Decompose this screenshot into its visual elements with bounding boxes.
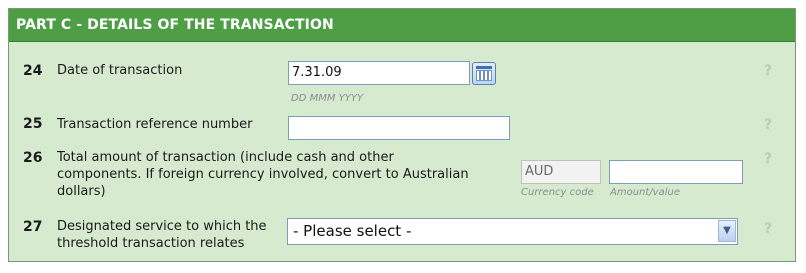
- total-amount-label-line-2: components. If foreign currency involved…: [57, 167, 469, 182]
- amount-value-input[interactable]: [609, 160, 743, 184]
- chevron-down-icon[interactable]: ▼: [718, 220, 736, 242]
- total-amount-label-line-3: dollars): [57, 184, 106, 199]
- designated-service-label-line-1: Designated service to which the: [57, 219, 267, 234]
- designated-service-selected-value: - Please select -: [293, 222, 412, 240]
- date-format-hint: DD MMM YYYY: [291, 93, 364, 104]
- transaction-reference-label: Transaction reference number: [57, 117, 253, 132]
- currency-code-field: AUD: [521, 160, 601, 184]
- designated-service-label-line-2: threshold transaction relates: [57, 236, 245, 251]
- currency-code-hint: Currency code: [521, 187, 594, 198]
- designated-service-select[interactable]: - Please select - ▼: [287, 218, 738, 245]
- row-number-25: 25: [23, 116, 43, 132]
- row-number-24: 24: [23, 63, 43, 79]
- row-number-26: 26: [23, 150, 43, 166]
- help-icon[interactable]: ?: [764, 221, 772, 237]
- total-amount-label-line-1: Total amount of transaction (include cas…: [57, 150, 394, 165]
- amount-value-hint: Amount/value: [610, 187, 680, 198]
- help-icon[interactable]: ?: [764, 151, 772, 167]
- calendar-icon[interactable]: [472, 62, 496, 85]
- date-of-transaction-input[interactable]: 7.31.09: [288, 61, 470, 85]
- help-icon[interactable]: ?: [764, 117, 772, 133]
- help-icon[interactable]: ?: [764, 63, 772, 79]
- row-number-27: 27: [23, 219, 43, 235]
- transaction-reference-input[interactable]: [288, 116, 510, 140]
- section-header: PART C - DETAILS OF THE TRANSACTION: [9, 9, 795, 42]
- transaction-details-panel: PART C - DETAILS OF THE TRANSACTION 24 D…: [8, 8, 796, 262]
- date-of-transaction-label: Date of transaction: [57, 63, 183, 78]
